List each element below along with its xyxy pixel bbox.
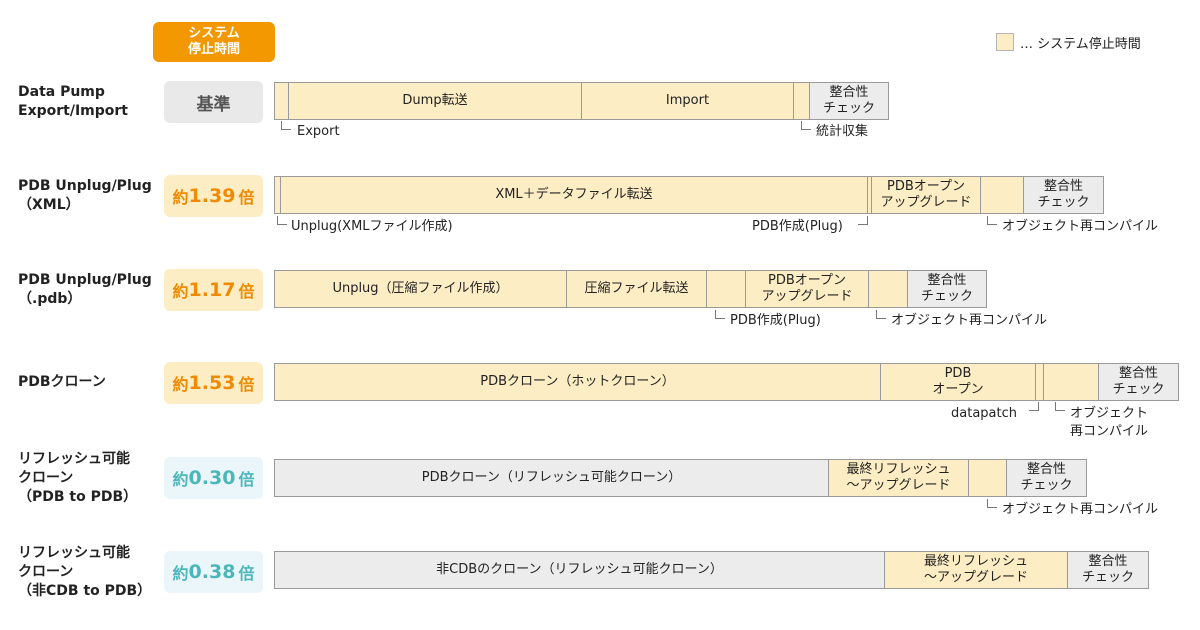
segment-recompile <box>980 176 1024 214</box>
segment-final-refresh-upgrade: 最終リフレッシュ ～アップグレード <box>884 551 1068 589</box>
row-label-line: Data Pump <box>18 84 105 100</box>
row-label-line: PDBクローン <box>18 374 106 390</box>
ratio-badge-unplug-pdb: 約 1.17 倍 <box>164 269 263 311</box>
segment-final-refresh-upgrade: 最終リフレッシュ ～アップグレード <box>828 459 969 497</box>
note-recompile: オブジェクト再コンパイル <box>1070 406 1149 439</box>
row-label-line: （PDB to PDB） <box>18 489 138 505</box>
ratio-text: 基準 <box>196 94 231 115</box>
segment-export <box>274 82 289 120</box>
row-label-line: リフレッシュ可能 <box>18 545 130 561</box>
ratio-badge-refresh-noncdb: 約 0.38 倍 <box>164 551 263 593</box>
legend: … システム停止時間 <box>996 32 1141 52</box>
note-pdb-create: PDB作成(Plug) <box>730 313 821 328</box>
segment-dump-transfer: Dump転送 <box>288 82 582 120</box>
header-badge-line1: システム <box>188 26 240 41</box>
row-label-line: クローン <box>18 564 74 580</box>
note-pdb-create: PDB作成(Plug) <box>752 219 843 234</box>
legend-text: … システム停止時間 <box>1020 36 1141 52</box>
note-export: Export <box>297 124 340 139</box>
row-label-refresh-pdb: リフレッシュ可能 クローン （PDB to PDB） <box>18 450 137 507</box>
row-label-unplug-pdb: PDB Unplug/Plug （.pdb） <box>18 271 152 309</box>
row-label-line: （XML） <box>18 197 80 213</box>
segment-compressed-transfer: 圧縮ファイル転送 <box>566 270 707 308</box>
legend-swatch <box>996 33 1014 51</box>
row-label-line: リフレッシュ可能 <box>18 451 130 467</box>
ratio-badge-pdb-clone: 約 1.53 倍 <box>164 362 263 404</box>
row-label-pdb-clone: PDBクローン <box>18 373 106 392</box>
note-unplug: Unplug(XMLファイル作成) <box>291 219 453 234</box>
segment-pdb-open: PDB オープン <box>880 363 1036 401</box>
row-label-line: PDB Unplug/Plug <box>18 272 152 288</box>
row-label-line: クローン <box>18 470 74 486</box>
segment-hot-clone: PDBクローン（ホットクローン） <box>274 363 881 401</box>
segment-import: Import <box>581 82 794 120</box>
leader-line <box>858 216 868 225</box>
segment-integrity-check: 整合性 チェック <box>1006 459 1087 497</box>
row-label-datapump: Data Pump Export/Import <box>18 83 128 121</box>
row-label-line: PDB Unplug/Plug <box>18 178 152 194</box>
leader-line <box>987 499 997 508</box>
segment-noncdb-clone: 非CDBのクローン（リフレッシュ可能クローン） <box>274 551 885 589</box>
segment-recompile <box>968 459 1007 497</box>
segment-pdb-open-upgrade: PDBオープン アップグレード <box>871 176 981 214</box>
leader-line <box>801 121 811 130</box>
segment-integrity-check: 整合性 チェック <box>907 270 987 308</box>
header-badge-line2: 停止時間 <box>187 42 240 57</box>
row-label-refresh-noncdb: リフレッシュ可能 クローン （非CDB to PDB） <box>18 544 151 601</box>
leader-line <box>281 121 291 130</box>
segment-integrity-check: 整合性 チェック <box>809 82 889 120</box>
segment-xml-transfer: XML＋データファイル転送 <box>280 176 868 214</box>
note-recompile: オブジェクト再コンパイル <box>1002 502 1159 517</box>
row-label-line: （.pdb） <box>18 291 82 307</box>
segment-recompile <box>1043 363 1099 401</box>
segment-integrity-check: 整合性 チェック <box>1067 551 1149 589</box>
ratio-badge-unplug-xml: 約 1.39 倍 <box>164 175 263 217</box>
leader-line <box>1055 402 1065 411</box>
leader-line <box>715 310 725 319</box>
segment-refreshable-clone: PDBクローン（リフレッシュ可能クローン） <box>274 459 829 497</box>
segment-pdb-create <box>706 270 746 308</box>
segment-integrity-check: 整合性 チェック <box>1023 176 1104 214</box>
leader-line <box>1029 402 1039 411</box>
segment-pdb-open-upgrade: PDBオープン アップグレード <box>745 270 869 308</box>
downtime-header-badge: システム 停止時間 <box>153 22 275 62</box>
note-stats: 統計収集 <box>816 124 869 139</box>
segment-integrity-check: 整合性 チェック <box>1098 363 1179 401</box>
leader-line <box>876 310 886 319</box>
row-label-unplug-xml: PDB Unplug/Plug （XML） <box>18 177 152 215</box>
ratio-badge-refresh-pdb: 約 0.30 倍 <box>164 457 263 499</box>
leader-line <box>987 216 997 225</box>
row-label-line: Export/Import <box>18 103 128 119</box>
note-recompile: オブジェクト再コンパイル <box>1002 219 1159 234</box>
segment-unplug-compress: Unplug（圧縮ファイル作成） <box>274 270 567 308</box>
note-recompile: オブジェクト再コンパイル <box>891 313 1048 328</box>
ratio-badge-datapump: 基準 <box>164 81 263 123</box>
note-datapatch: datapatch <box>951 406 1017 421</box>
segment-stats <box>793 82 810 120</box>
row-label-line: （非CDB to PDB） <box>18 583 152 599</box>
segment-recompile <box>868 270 908 308</box>
leader-line <box>277 216 287 225</box>
